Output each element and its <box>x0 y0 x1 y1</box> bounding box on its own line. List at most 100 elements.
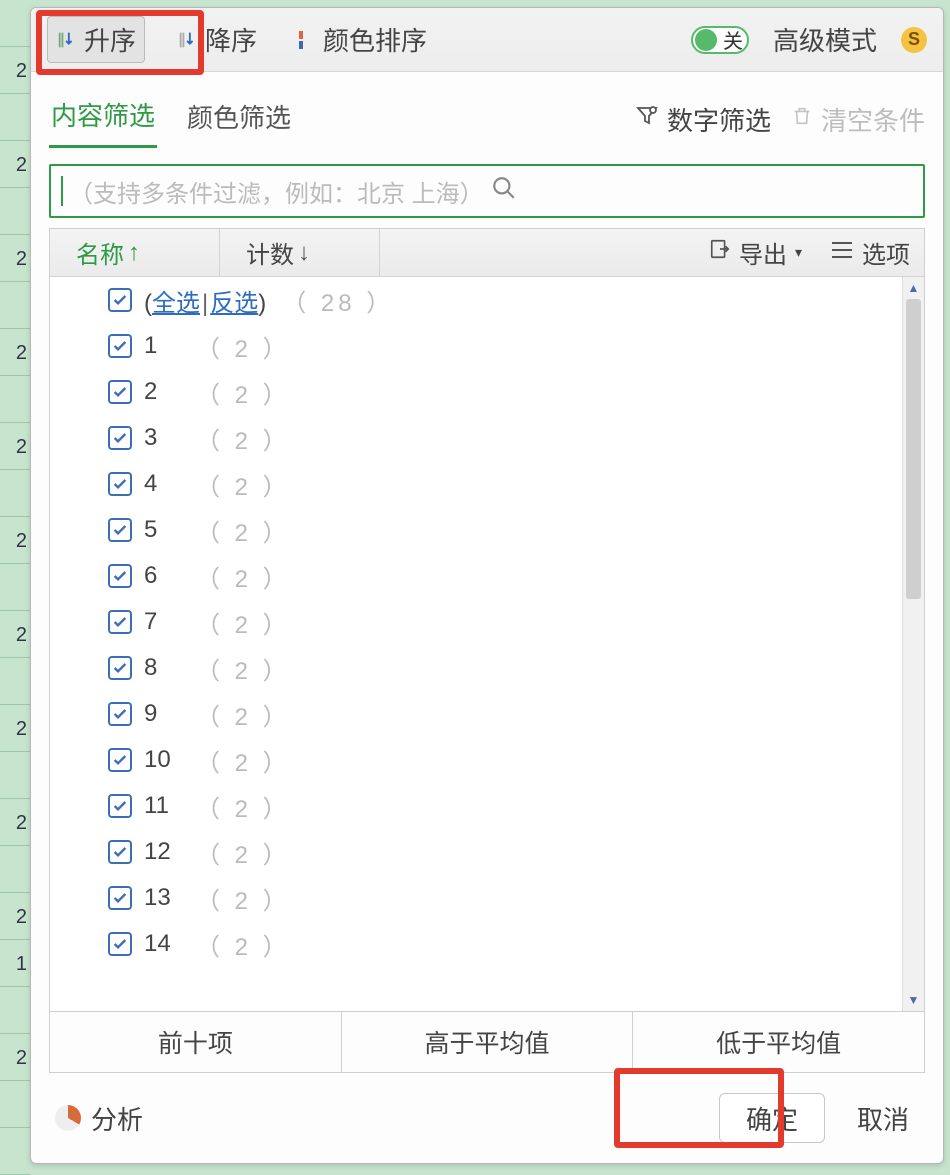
row-count: （ 2 ） <box>196 513 291 548</box>
tab-content-filter[interactable]: 内容筛选 <box>49 90 157 148</box>
checkbox[interactable] <box>108 380 132 404</box>
checkbox[interactable] <box>108 748 132 772</box>
list-row: 11（ 2 ） <box>50 783 902 829</box>
checkbox[interactable] <box>108 794 132 818</box>
row-value: 1 <box>144 332 184 360</box>
row-value: 14 <box>144 930 184 958</box>
checkbox[interactable] <box>108 472 132 496</box>
row-count: （ 2 ） <box>196 605 291 640</box>
col-count-header[interactable]: 计数 ↓ <box>220 229 380 276</box>
row-value: 5 <box>144 516 184 544</box>
row-value: 3 <box>144 424 184 452</box>
hamburger-icon <box>830 239 854 267</box>
col-name-header[interactable]: 名称 ↑ <box>50 229 220 276</box>
checkbox[interactable] <box>108 426 132 450</box>
list-row: 10（ 2 ） <box>50 737 902 783</box>
row-value: 4 <box>144 470 184 498</box>
color-sort-button[interactable]: 颜色排序 <box>289 17 435 62</box>
row-count: （ 2 ） <box>196 651 291 686</box>
row-value: 6 <box>144 562 184 590</box>
quick-below-avg[interactable]: 低于平均值 <box>632 1012 924 1072</box>
list-row: 2（ 2 ） <box>50 369 902 415</box>
clear-conditions-label: 清空条件 <box>821 101 925 138</box>
quick-filters: 前十项 高于平均值 低于平均值 <box>49 1012 925 1073</box>
checkbox-all[interactable] <box>108 288 132 312</box>
checkbox[interactable] <box>108 610 132 634</box>
vertical-scrollbar[interactable]: ▲ ▼ <box>902 277 924 1011</box>
checkbox[interactable] <box>108 334 132 358</box>
list-row: 14（ 2 ） <box>50 921 902 967</box>
filter-panel: 升序 降序 颜色排序 关 高级模式 S 内容筛选 颜色筛选 <box>30 7 944 1164</box>
sort-asc-button[interactable]: 升序 <box>47 16 145 63</box>
scrollbar-thumb[interactable] <box>906 299 921 599</box>
advanced-mode-label: 高级模式 <box>773 21 877 58</box>
list-row: 1 （ 2 ） <box>50 323 902 369</box>
list-row: 13 （ 2 ） <box>50 875 902 921</box>
select-all-link[interactable]: 全选 <box>152 290 200 317</box>
scroll-up-icon[interactable]: ▲ <box>903 277 924 299</box>
row-value: 12 <box>144 838 184 866</box>
row-count: （ 2 ） <box>196 467 291 502</box>
funnel-icon <box>635 104 659 135</box>
list-row: 8（ 2 ） <box>50 645 902 691</box>
list-row: 6 （ 2 ） <box>50 553 902 599</box>
export-button[interactable]: 导出 ▾ <box>695 235 816 270</box>
number-filter-button[interactable]: 数字筛选 <box>635 101 771 138</box>
options-button[interactable]: 选项 <box>816 235 924 270</box>
row-count: （ 2 ） <box>196 421 291 456</box>
checkbox[interactable] <box>108 656 132 680</box>
chevron-down-icon: ▾ <box>795 244 802 261</box>
sort-desc-button[interactable]: 降序 <box>169 17 265 62</box>
sort-asc-label: 升序 <box>84 21 136 58</box>
sort-desc-icon <box>177 29 199 51</box>
row-count: （ 2 ） <box>196 835 291 870</box>
quick-above-avg[interactable]: 高于平均值 <box>341 1012 633 1072</box>
sort-toolbar: 升序 降序 颜色排序 关 高级模式 S <box>31 8 943 72</box>
tab-color-filter[interactable]: 颜色筛选 <box>185 92 293 147</box>
color-sort-icon <box>297 29 317 51</box>
search-icon <box>491 175 913 208</box>
pie-chart-icon <box>55 1105 81 1131</box>
row-count: （ 2 ） <box>196 329 291 364</box>
scroll-down-icon[interactable]: ▼ <box>903 989 924 1011</box>
sort-down-icon: ↓ <box>298 239 310 267</box>
row-value: 7 <box>144 608 184 636</box>
list-row: 3 （ 2 ） <box>50 415 902 461</box>
search-input[interactable]: （支持多条件过滤，例如：北京 上海） <box>49 164 925 218</box>
checkbox[interactable] <box>108 840 132 864</box>
list-row-all: (全选|反选)（ 28 ） <box>50 277 902 323</box>
sort-up-icon: ↑ <box>128 239 140 267</box>
sort-asc-icon <box>56 29 78 51</box>
sort-desc-label: 降序 <box>205 21 257 58</box>
row-count: （ 2 ） <box>196 743 291 778</box>
checkbox[interactable] <box>108 702 132 726</box>
advanced-mode-toggle[interactable]: 关 <box>691 26 749 54</box>
checkbox[interactable] <box>108 518 132 542</box>
row-count: （ 2 ） <box>196 881 291 916</box>
color-sort-label: 颜色排序 <box>323 21 427 58</box>
list-row: 4 （ 2 ） <box>50 461 902 507</box>
invert-link[interactable]: 反选 <box>210 290 258 317</box>
quick-top10[interactable]: 前十项 <box>50 1012 341 1072</box>
filter-list: 名称 ↑ 计数 ↓ 导出 ▾ 选项 (全选 <box>49 228 925 1012</box>
checkbox[interactable] <box>108 886 132 910</box>
row-count: （ 2 ） <box>196 697 291 732</box>
footer: 分析 确定 取消 <box>31 1073 943 1163</box>
list-body: (全选|反选)（ 28 ） 1 （ 2 ） 2（ 2 ） 3 （ 2 ） 4 （ 2 ） 5 （ … <box>50 277 924 1011</box>
toggle-off-label: 关 <box>723 25 743 54</box>
list-row: 9（ 2 ） <box>50 691 902 737</box>
clear-conditions-button[interactable]: 清空条件 <box>791 101 925 138</box>
trash-icon <box>791 104 813 135</box>
list-row: 7 （ 2 ） <box>50 599 902 645</box>
analyze-button[interactable]: 分析 <box>91 1100 143 1137</box>
row-count: （ 2 ） <box>196 559 291 594</box>
list-header: 名称 ↑ 计数 ↓ 导出 ▾ 选项 <box>50 229 924 277</box>
checkbox[interactable] <box>108 564 132 588</box>
export-icon <box>709 238 731 267</box>
row-value: 13 <box>144 884 184 912</box>
cancel-button[interactable]: 取消 <box>847 1100 919 1137</box>
ok-button[interactable]: 确定 <box>719 1093 825 1143</box>
list-row: 12 （ 2 ） <box>50 829 902 875</box>
checkbox[interactable] <box>108 932 132 956</box>
list-row: 5 （ 2 ） <box>50 507 902 553</box>
